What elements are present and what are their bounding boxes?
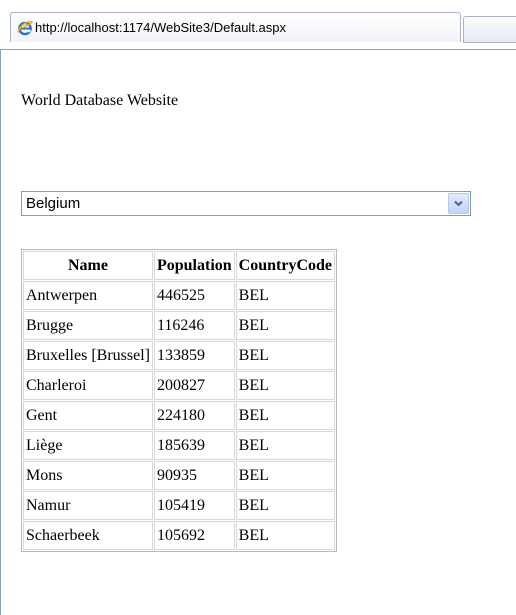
city-table: Name Population CountryCode Antwerpen 44… — [21, 249, 338, 552]
table-row: Mons 90935 BEL — [23, 461, 336, 490]
cell-countrycode: BEL — [235, 341, 336, 370]
column-header-name: Name — [23, 251, 153, 280]
tab-url-label: http://localhost:1174/WebSite3/Default.a… — [35, 20, 287, 35]
cell-name: Schaerbeek — [23, 521, 153, 550]
browser-tab-strip: http://localhost:1174/WebSite3/Default.a… — [0, 0, 516, 50]
country-dropdown[interactable]: Belgium — [21, 191, 471, 216]
cell-name: Antwerpen — [23, 281, 153, 310]
cell-population: 200827 — [153, 371, 235, 400]
ie-icon — [17, 20, 34, 36]
cell-countrycode: BEL — [235, 281, 336, 310]
cell-population: 446525 — [153, 281, 235, 310]
cell-name: Namur — [23, 491, 153, 520]
cell-population: 116246 — [153, 311, 235, 340]
cell-population: 105692 — [153, 521, 235, 550]
table-row: Brugge 116246 BEL — [23, 311, 336, 340]
column-header-population: Population — [153, 251, 235, 280]
cell-countrycode: BEL — [235, 401, 336, 430]
cell-countrycode: BEL — [235, 371, 336, 400]
cell-countrycode: BEL — [235, 461, 336, 490]
cell-countrycode: BEL — [235, 491, 336, 520]
browser-tab[interactable]: http://localhost:1174/WebSite3/Default.a… — [10, 12, 461, 42]
cell-name: Gent — [23, 401, 153, 430]
country-dropdown-value: Belgium — [26, 195, 81, 212]
table-header-row: Name Population CountryCode — [23, 251, 336, 280]
cell-name: Brugge — [23, 311, 153, 340]
cell-countrycode: BEL — [235, 311, 336, 340]
cell-name: Mons — [23, 461, 153, 490]
cell-countrycode: BEL — [235, 521, 336, 550]
dropdown-button[interactable] — [448, 193, 469, 214]
table-row: Schaerbeek 105692 BEL — [23, 521, 336, 550]
new-tab-button[interactable] — [463, 16, 516, 43]
table-row: Bruxelles [Brussel] 133859 BEL — [23, 341, 336, 370]
cell-population: 90935 — [153, 461, 235, 490]
table-row: Namur 105419 BEL — [23, 491, 336, 520]
cell-population: 224180 — [153, 401, 235, 430]
table-row: Gent 224180 BEL — [23, 401, 336, 430]
cell-population: 105419 — [153, 491, 235, 520]
table-row: Charleroi 200827 BEL — [23, 371, 336, 400]
cell-name: Charleroi — [23, 371, 153, 400]
cell-name: Liège — [23, 431, 153, 460]
column-header-countrycode: CountryCode — [235, 251, 336, 280]
table-row: Antwerpen 446525 BEL — [23, 281, 336, 310]
cell-name: Bruxelles [Brussel] — [23, 341, 153, 370]
cell-population: 133859 — [153, 341, 235, 370]
table-row: Liège 185639 BEL — [23, 431, 336, 460]
cell-countrycode: BEL — [235, 431, 336, 460]
cell-population: 185639 — [153, 431, 235, 460]
page-title: World Database Website — [21, 92, 179, 109]
